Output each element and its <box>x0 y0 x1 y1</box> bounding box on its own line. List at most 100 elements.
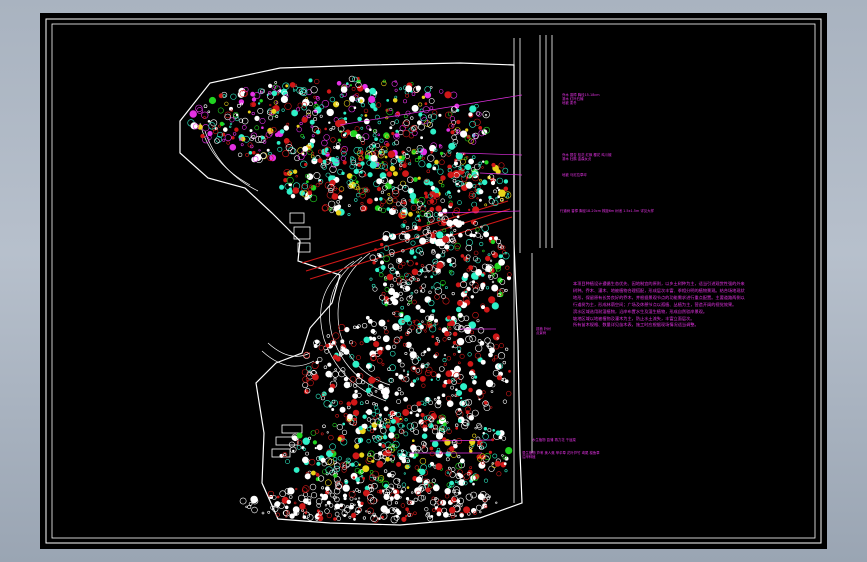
tree-symbol-icon <box>361 323 368 329</box>
tree-symbol-icon <box>388 287 396 295</box>
tree-symbol-icon <box>402 163 407 168</box>
tree-symbol-icon <box>397 264 403 270</box>
tree-symbol-icon <box>433 212 439 217</box>
tree-symbol-icon <box>404 418 408 422</box>
tree-symbol-icon <box>452 218 460 226</box>
tree-symbol-icon <box>382 282 387 287</box>
tree-symbol-icon <box>217 107 224 114</box>
tree-symbol-icon <box>314 78 320 85</box>
tree-symbol-icon <box>483 400 488 405</box>
tree-symbol-icon <box>299 190 306 196</box>
tree-symbol-icon <box>306 109 311 115</box>
tree-symbol-icon <box>378 475 385 482</box>
tree-symbol-icon <box>471 376 474 379</box>
tree-symbol-icon <box>421 320 424 323</box>
tree-symbol-icon <box>369 277 373 281</box>
tree-symbol-icon <box>381 444 386 448</box>
tree-symbol-icon <box>446 421 449 424</box>
tree-symbol-icon <box>399 297 404 302</box>
tree-symbol-icon <box>413 429 420 435</box>
tree-symbol-icon <box>386 500 393 506</box>
tree-symbol-icon <box>395 129 399 133</box>
tree-symbol-icon <box>342 160 347 165</box>
tree-symbol-icon <box>430 275 434 279</box>
tree-symbol-icon <box>409 249 415 255</box>
tree-symbol-icon <box>388 432 395 439</box>
tree-symbol-icon <box>397 358 402 363</box>
callout-line: 地被 马尼拉草坪 <box>562 173 587 177</box>
tree-symbol-icon <box>390 121 396 126</box>
tree-symbol-icon <box>436 261 444 269</box>
tree-symbol-icon <box>405 341 412 349</box>
tree-symbol-icon <box>326 431 329 434</box>
tree-symbol-icon <box>285 459 290 464</box>
tree-symbol-icon <box>286 188 293 195</box>
tree-symbol-icon <box>389 126 393 130</box>
tree-symbol-icon <box>370 154 378 162</box>
tree-symbol-icon <box>452 331 458 337</box>
tree-symbol-icon <box>502 377 507 382</box>
tree-symbol-icon <box>394 88 398 92</box>
tree-symbol-icon <box>405 93 410 98</box>
tree-symbol-icon <box>454 480 458 484</box>
tree-symbol-icon <box>346 405 351 410</box>
tree-symbol-icon <box>421 95 426 100</box>
tree-symbol-icon <box>368 95 376 103</box>
tree-symbol-icon <box>387 414 391 417</box>
tree-symbol-icon <box>377 335 381 339</box>
tree-symbol-icon <box>441 294 446 299</box>
tree-symbol-icon <box>394 391 399 396</box>
tree-symbol-icon <box>428 422 434 429</box>
tree-symbol-icon <box>446 471 450 474</box>
tree-symbol-icon <box>433 318 438 323</box>
tree-symbol-icon <box>436 399 442 405</box>
tree-symbol-icon <box>410 291 414 295</box>
tree-symbol-icon <box>413 497 418 503</box>
tree-symbol-icon <box>326 334 330 338</box>
tree-symbol-icon <box>435 336 439 340</box>
tree-symbol-icon <box>463 473 470 480</box>
tree-symbol-icon <box>400 305 405 310</box>
tree-symbol-icon <box>428 299 435 307</box>
tree-symbol-icon <box>415 85 422 91</box>
tree-symbol-icon <box>430 286 434 289</box>
tree-symbol-icon <box>404 233 411 240</box>
tree-symbol-icon <box>479 235 483 239</box>
planting-symbols <box>187 75 513 524</box>
tree-symbol-icon <box>498 343 504 349</box>
cad-viewport[interactable]: 本项目种植设计遵循生态优先、因地制宜的原则，以乡土树种为主，适当引进观赏性强的外… <box>40 13 827 549</box>
tree-symbol-icon <box>493 344 500 350</box>
tree-symbol-icon <box>439 151 444 156</box>
tree-symbol-icon <box>380 190 385 194</box>
tree-symbol-icon <box>484 113 488 117</box>
tree-symbol-icon <box>498 254 503 259</box>
tree-symbol-icon <box>433 282 441 290</box>
tree-symbol-icon <box>326 500 331 505</box>
tree-symbol-icon <box>475 268 482 276</box>
tree-symbol-icon <box>409 452 415 458</box>
tree-symbol-icon <box>224 134 232 142</box>
tree-symbol-icon <box>426 347 431 352</box>
tree-symbol-icon <box>389 425 396 433</box>
tree-symbol-icon <box>418 160 426 168</box>
tree-symbol-icon <box>407 282 410 285</box>
tree-symbol-icon <box>236 103 241 108</box>
tree-symbol-icon <box>496 471 502 477</box>
callout-line: 水生植物 菖蒲 再力花 千屈菜 <box>532 438 576 442</box>
tree-symbol-icon <box>234 116 240 122</box>
tree-symbol-icon <box>369 161 377 169</box>
tree-symbol-icon <box>468 445 474 450</box>
tree-symbol-icon <box>260 135 265 140</box>
tree-symbol-icon <box>404 158 412 165</box>
tree-symbol-icon <box>487 253 491 257</box>
tree-symbol-icon <box>426 221 430 225</box>
tree-symbol-icon <box>288 441 295 448</box>
tree-symbol-icon <box>333 377 337 381</box>
tree-symbol-icon <box>469 466 473 470</box>
tree-symbol-icon <box>310 86 318 94</box>
tree-symbol-icon <box>447 190 451 194</box>
callout-f: 水生植物 菖蒲 再力花 千屈菜 <box>532 438 576 442</box>
tree-symbol-icon <box>223 127 228 132</box>
tree-symbol-icon <box>257 102 261 105</box>
tree-symbol-icon <box>419 457 427 465</box>
